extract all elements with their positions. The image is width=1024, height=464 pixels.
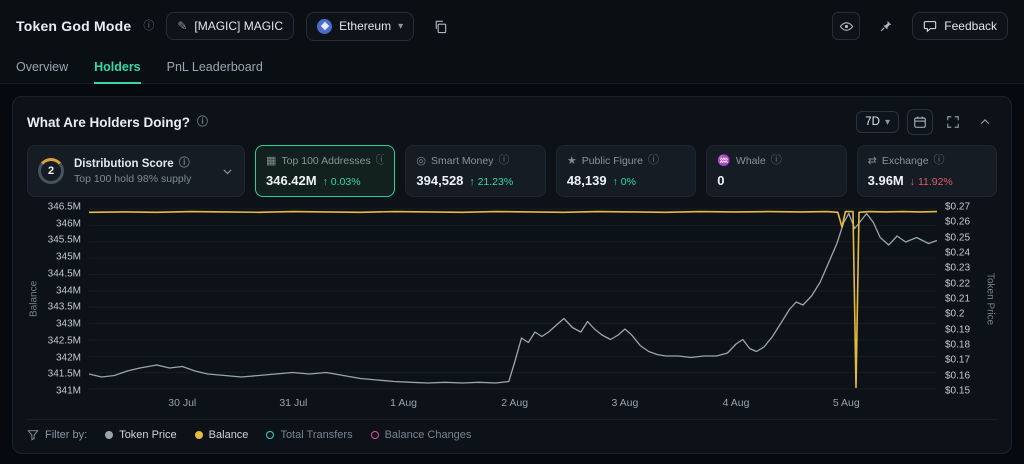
info-icon[interactable]: ⓘ: [197, 116, 208, 128]
edit-icon: ✎: [177, 19, 188, 33]
stat-card-exchange[interactable]: ⇄ Exchange ⓘ 3.96M ↓ 11.92%: [856, 145, 998, 197]
stat-card-public-figure[interactable]: ★ Public Figure ⓘ 48,139 ↑ 0%: [555, 145, 697, 197]
time-range-label: 7D: [865, 116, 880, 128]
total-transfers-dot-icon: [266, 431, 275, 439]
expand-icon: [947, 116, 959, 128]
stats-row: 2 Distribution Score ⓘ Top 100 hold 98% …: [27, 145, 998, 197]
legend-balance-changes[interactable]: Balance Changes: [370, 429, 471, 441]
info-icon[interactable]: ⓘ: [376, 155, 385, 166]
distribution-score-texts: Distribution Score ⓘ Top 100 hold 98% su…: [74, 158, 211, 185]
chat-icon: [924, 21, 937, 33]
stat-change: ↑ 0.03%: [322, 176, 361, 188]
stat-card-smart-money[interactable]: ◎ Smart Money ⓘ 394,528 ↑ 21.23%: [405, 145, 546, 197]
y-axis-left-ticks: 346.5M 346M 345.5M 345M 344.5M 344M 343.5M 343M…: [47, 201, 81, 397]
time-range-dropdown[interactable]: 7D ▾: [856, 111, 899, 133]
stat-value: 3.96M: [867, 173, 904, 188]
stat-card-top-100-addresses[interactable]: ▦ Top 100 Addresses ⓘ 346.42M ↑ 0.03%: [255, 145, 396, 197]
y-axis-right-ticks: $0.27 $0.26 $0.25 $0.24 $0.23 $0.22 $0.21 $0.2 $…: [945, 201, 971, 397]
tab-holders[interactable]: Holders: [94, 52, 141, 84]
stat-change: ↑ 21.23%: [469, 176, 514, 188]
top-bar: Token God Mode ⓘ ✎ [MAGIC] MAGIC Ethereu…: [0, 0, 1024, 52]
ethereum-icon: [317, 18, 333, 34]
stat-label: Whale: [735, 154, 766, 167]
stat-label: Smart Money: [431, 154, 494, 167]
stat-change: ↑ 0%: [612, 176, 636, 188]
stat-label: Exchange: [881, 154, 929, 167]
chain-selector-label: Ethereum: [339, 19, 392, 33]
watch-button[interactable]: [832, 12, 861, 40]
distribution-score-label: Distribution Score: [74, 157, 174, 170]
exchange-icon: ⇄: [867, 155, 877, 167]
info-icon[interactable]: ⓘ: [934, 155, 945, 166]
tab-pnl-leaderboard[interactable]: PnL Leaderboard: [167, 52, 263, 84]
panel-controls: 7D ▾: [856, 109, 997, 135]
eye-icon: [839, 21, 854, 31]
tab-overview[interactable]: Overview: [16, 52, 68, 84]
legend-balance[interactable]: Balance: [194, 429, 248, 441]
stat-label: Top 100 Addresses: [281, 154, 371, 167]
info-icon[interactable]: ⓘ: [143, 20, 154, 32]
tab-bar: Overview Holders PnL Leaderboard: [0, 52, 1024, 84]
grid-icon: ▦: [266, 155, 277, 167]
chevron-down-icon: [223, 168, 232, 174]
y-axis-title-balance: Balance: [28, 280, 40, 318]
panel-header: What Are Holders Doing? ⓘ 7D ▾: [27, 109, 997, 135]
calendar-button[interactable]: [907, 109, 933, 135]
legend-total-transfers[interactable]: Total Transfers: [266, 429, 353, 441]
distribution-score-subtitle: Top 100 hold 98% supply: [74, 172, 192, 185]
feedback-label: Feedback: [944, 19, 997, 33]
feedback-button[interactable]: Feedback: [912, 12, 1008, 40]
pin-button[interactable]: [872, 12, 900, 40]
info-icon[interactable]: ⓘ: [179, 158, 190, 169]
token-selector-button[interactable]: ✎ [MAGIC] MAGIC: [166, 12, 295, 40]
holders-chart: Balance 346.5M 346M 345.5M 345M 344.5M 344M 34…: [27, 201, 997, 411]
collapse-button[interactable]: [973, 110, 997, 134]
page-title: Token God Mode: [16, 18, 132, 34]
y-axis-title-token-price: Token Price: [984, 272, 996, 326]
token-price-dot-icon: [105, 431, 114, 439]
info-icon[interactable]: ⓘ: [498, 155, 509, 166]
chevron-down-icon: ▾: [884, 116, 890, 128]
chevron-down-icon: ▾: [398, 20, 404, 32]
panel-title: What Are Holders Doing? ⓘ: [27, 114, 209, 130]
token-selector-label: [MAGIC] MAGIC: [194, 19, 284, 33]
chain-selector-button[interactable]: Ethereum ▾: [306, 11, 415, 41]
distribution-score-badge: 2: [38, 158, 64, 184]
coin-icon: ◎: [416, 155, 427, 167]
holders-panel: What Are Holders Doing? ⓘ 7D ▾ 2 Distrib…: [12, 96, 1012, 454]
info-icon[interactable]: ⓘ: [771, 155, 782, 166]
balance-changes-dot-icon: [370, 431, 379, 439]
stat-value: 0: [717, 173, 725, 188]
copy-icon: [435, 20, 446, 33]
chart-plot-area[interactable]: [89, 207, 937, 391]
balance-dot-icon: [194, 431, 203, 439]
stat-value: 48,139: [566, 173, 607, 188]
distribution-score-card[interactable]: 2 Distribution Score ⓘ Top 100 hold 98% …: [27, 145, 245, 197]
stat-value: 346.42M: [266, 173, 317, 188]
chart-filter-bar: Filter by: Token Price Balance Total Tra…: [27, 419, 997, 441]
whale-icon: ♒: [717, 155, 731, 167]
pin-icon: [881, 20, 892, 32]
expand-button[interactable]: [941, 110, 965, 134]
star-icon: ★: [566, 155, 577, 167]
x-axis-ticks: 30 Jul 31 Jul 1 Aug 2 Aug 3 Aug 4 Aug 5 Aug: [168, 397, 860, 409]
filter-by-label: Filter by:: [27, 429, 87, 441]
info-icon[interactable]: ⓘ: [648, 155, 659, 166]
stat-value: 394,528: [416, 173, 464, 188]
funnel-icon: [27, 430, 39, 441]
copy-address-button[interactable]: [426, 12, 454, 40]
calendar-icon: [914, 116, 926, 128]
stat-card-whale[interactable]: ♒ Whale ⓘ 0: [706, 145, 847, 197]
stat-label: Public Figure: [581, 154, 643, 167]
legend-token-price[interactable]: Token Price: [105, 429, 177, 441]
chevron-up-icon: [980, 118, 990, 125]
stat-change: ↓ 11.92%: [909, 176, 953, 188]
